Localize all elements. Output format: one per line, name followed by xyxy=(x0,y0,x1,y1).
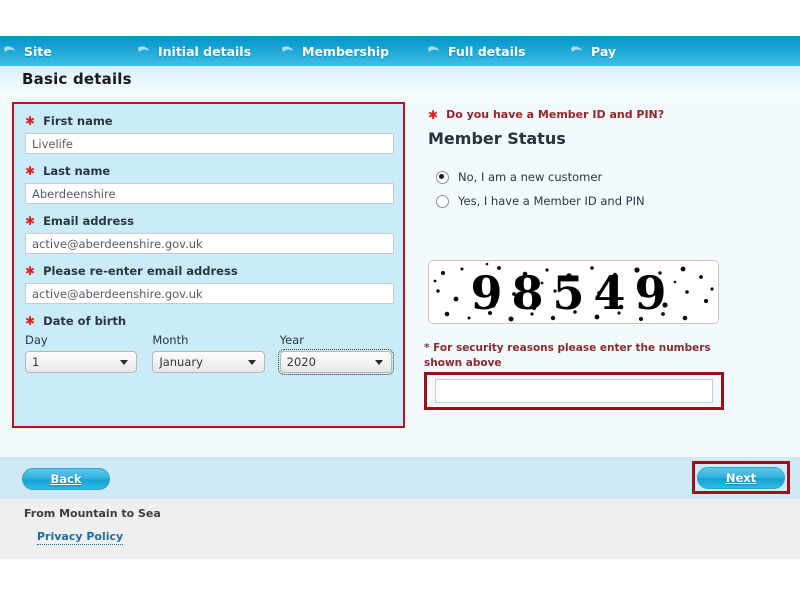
nav-item-membership[interactable]: Membership xyxy=(281,44,389,59)
page-root: Site Initial details Membership Full det… xyxy=(0,0,800,600)
chevron-down-icon xyxy=(247,360,256,365)
radio-label: No, I am a new customer xyxy=(458,170,603,184)
next-button-highlight: Next xyxy=(692,461,790,494)
back-button[interactable]: Back xyxy=(22,468,110,490)
required-star-icon: ✱ xyxy=(25,314,36,328)
nav-item-initial-details[interactable]: Initial details xyxy=(137,44,251,59)
required-star-icon: ✱ xyxy=(25,214,36,228)
nav-label: Full details xyxy=(448,43,526,59)
button-bar xyxy=(0,457,800,499)
captcha-code: 98549 xyxy=(470,266,675,320)
dob-year-select[interactable]: 2020 xyxy=(277,349,394,375)
dob-month-heading: Month xyxy=(152,333,189,347)
dob-day-heading: Day xyxy=(25,333,48,347)
dob-year-heading: Year xyxy=(279,333,305,347)
dob-day-select[interactable]: 1 xyxy=(25,351,138,373)
label-text: First name xyxy=(43,114,113,128)
dob-year-value: 2020 xyxy=(286,355,316,369)
nav-item-full-details[interactable]: Full details xyxy=(427,44,526,59)
date-of-birth-label: ✱ Date of birth xyxy=(25,314,392,328)
email-address-input[interactable] xyxy=(25,233,394,254)
captcha-input[interactable] xyxy=(435,379,713,403)
dob-month-value: January xyxy=(159,355,203,369)
member-status-heading: Member Status xyxy=(428,129,566,148)
radio-label: Yes, I have a Member ID and PIN xyxy=(458,194,645,208)
top-white-strip xyxy=(0,0,800,36)
next-button[interactable]: Next xyxy=(697,466,785,489)
captcha-instruction: * For security reasons please enter the … xyxy=(424,342,711,370)
captcha-image: 98549 xyxy=(428,260,719,324)
question-text: Do you have a Member ID and PIN? xyxy=(446,108,665,121)
date-of-birth-row: Day 1 Month January Year 2020 xyxy=(25,333,394,375)
confirm-email-input[interactable] xyxy=(25,283,394,304)
footer-tagline: From Mountain to Sea xyxy=(24,507,161,520)
confirm-email-label: ✱ Please re-enter email address xyxy=(25,264,392,278)
nav-label: Pay xyxy=(591,43,617,59)
captcha-input-highlight xyxy=(424,372,724,410)
chevron-down-icon xyxy=(120,360,129,365)
bottom-white-strip xyxy=(0,559,800,600)
required-star-icon: ✱ xyxy=(25,114,36,128)
label-text: Last name xyxy=(43,164,111,178)
radio-option-new-customer[interactable]: No, I am a new customer xyxy=(428,170,758,184)
radio-icon[interactable] xyxy=(436,194,449,208)
nav-label: Initial details xyxy=(158,43,252,59)
dob-day-group: Day 1 xyxy=(25,333,138,373)
nav-item-pay[interactable]: Pay xyxy=(570,44,616,59)
arrow-icon xyxy=(282,46,294,52)
email-address-label: ✱ Email address xyxy=(25,214,392,228)
label-text: Email address xyxy=(43,214,134,228)
radio-option-existing-member[interactable]: Yes, I have a Member ID and PIN xyxy=(428,194,758,208)
captcha-graphic: 98549 xyxy=(429,261,718,323)
radio-icon[interactable] xyxy=(436,170,449,184)
required-star-icon: ✱ xyxy=(25,264,36,278)
member-status-column: ✱ Do you have a Member ID and PIN? Membe… xyxy=(428,108,758,218)
dob-year-group: Year 2020 xyxy=(277,333,394,375)
required-star-icon: ✱ xyxy=(25,164,36,178)
arrow-icon xyxy=(571,46,583,52)
member-id-question: ✱ Do you have a Member ID and PIN? xyxy=(428,108,758,121)
dob-month-select[interactable]: January xyxy=(152,351,265,373)
breadcrumb-nav: Site Initial details Membership Full det… xyxy=(0,36,800,66)
label-text: Please re-enter email address xyxy=(43,264,238,278)
nav-item-site[interactable]: Site xyxy=(4,43,52,59)
arrow-icon xyxy=(138,46,150,52)
last-name-input[interactable] xyxy=(25,183,394,204)
nav-label: Membership xyxy=(302,43,390,59)
first-name-input[interactable] xyxy=(25,133,394,154)
privacy-policy-link[interactable]: Privacy Policy xyxy=(37,530,124,545)
page-title: Basic details xyxy=(22,70,132,88)
required-star-icon: ✱ xyxy=(428,107,439,122)
basic-details-form-panel: ✱ First name ✱ Last name ✱ Email address… xyxy=(12,102,405,428)
last-name-label: ✱ Last name xyxy=(25,164,392,178)
dob-day-value: 1 xyxy=(32,355,40,369)
arrow-icon xyxy=(428,46,440,52)
nav-label: Site xyxy=(24,43,52,59)
first-name-label: ✱ First name xyxy=(25,114,392,128)
label-text: Date of birth xyxy=(43,314,127,328)
chevron-down-icon xyxy=(374,360,383,365)
arrow-icon xyxy=(4,46,16,52)
dob-month-group: Month January xyxy=(152,333,265,373)
